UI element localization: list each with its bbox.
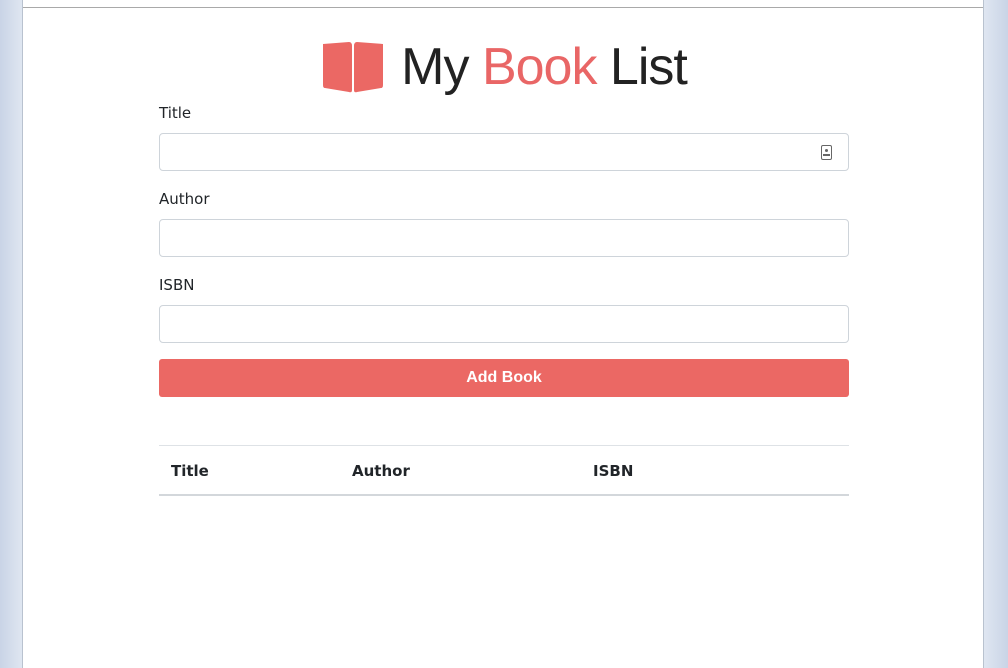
add-book-button[interactable]: Add Book <box>159 359 849 397</box>
table-header-author: Author <box>352 462 410 480</box>
contact-card-icon[interactable] <box>821 145 832 160</box>
app-title-word-list: List <box>609 38 688 96</box>
app-header: My Book List <box>159 36 849 98</box>
book-open-icon <box>323 42 384 93</box>
author-input[interactable] <box>159 219 849 257</box>
page: My Book List Title Author ISBN Add Book … <box>22 0 984 668</box>
table-header-title: Title <box>171 462 209 480</box>
isbn-label: ISBN <box>159 276 195 294</box>
table-header-isbn: ISBN <box>593 462 634 480</box>
book-list-table: Title Author ISBN <box>159 445 849 496</box>
app-title-word-my: My <box>401 38 469 96</box>
isbn-input[interactable] <box>159 305 849 343</box>
title-label: Title <box>159 104 192 122</box>
title-input[interactable] <box>159 133 849 171</box>
author-label: Author <box>159 190 210 208</box>
app-title: My Book List <box>401 38 688 96</box>
app-title-word-book: Book <box>481 38 598 96</box>
top-divider <box>23 7 983 8</box>
